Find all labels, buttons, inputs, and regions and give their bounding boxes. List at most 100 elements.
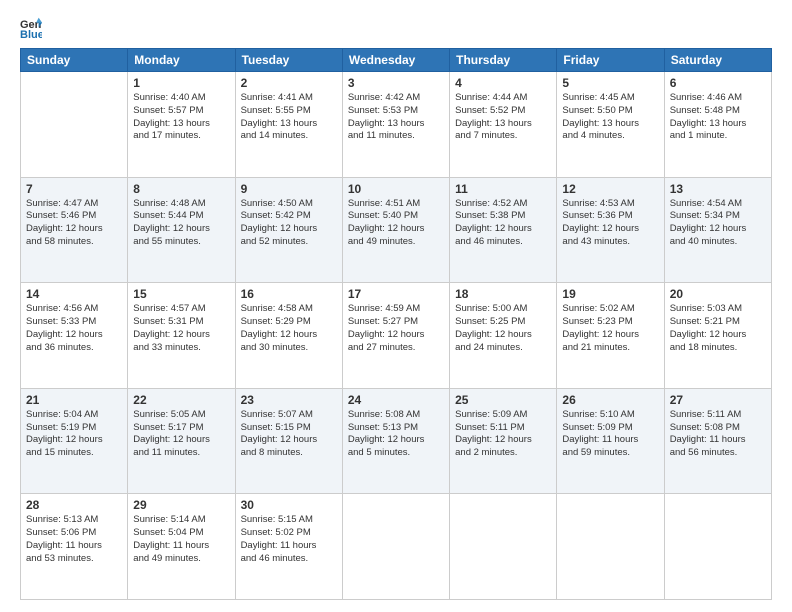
day-number: 26 xyxy=(562,393,658,407)
calendar-cell: 2 Sunrise: 4:41 AM Sunset: 5:55 PM Daylig… xyxy=(235,72,342,178)
calendar-cell: 26 Sunrise: 5:10 AM Sunset: 5:09 PM Dayli… xyxy=(557,388,664,494)
calendar-cell: 5 Sunrise: 4:45 AM Sunset: 5:50 PM Daylig… xyxy=(557,72,664,178)
day-info: Sunrise: 5:02 AM Sunset: 5:23 PM Dayligh… xyxy=(562,303,658,354)
day-number: 13 xyxy=(670,182,766,196)
day-info: Sunrise: 4:52 AM Sunset: 5:38 PM Dayligh… xyxy=(455,198,551,249)
day-info: Sunrise: 4:57 AM Sunset: 5:31 PM Dayligh… xyxy=(133,303,229,354)
calendar-cell xyxy=(342,494,449,600)
day-info: Sunrise: 5:10 AM Sunset: 5:09 PM Dayligh… xyxy=(562,409,658,460)
weekday-header-monday: Monday xyxy=(128,49,235,72)
day-number: 5 xyxy=(562,76,658,90)
calendar-cell: 15 Sunrise: 4:57 AM Sunset: 5:31 PM Dayli… xyxy=(128,283,235,389)
calendar-cell: 30 Sunrise: 5:15 AM Sunset: 5:02 PM Dayli… xyxy=(235,494,342,600)
calendar-week-row: 1 Sunrise: 4:40 AM Sunset: 5:57 PM Daylig… xyxy=(21,72,772,178)
day-number: 18 xyxy=(455,287,551,301)
day-number: 24 xyxy=(348,393,444,407)
calendar-cell: 29 Sunrise: 5:14 AM Sunset: 5:04 PM Dayli… xyxy=(128,494,235,600)
day-info: Sunrise: 4:42 AM Sunset: 5:53 PM Dayligh… xyxy=(348,92,444,143)
day-number: 15 xyxy=(133,287,229,301)
weekday-header-tuesday: Tuesday xyxy=(235,49,342,72)
day-info: Sunrise: 4:53 AM Sunset: 5:36 PM Dayligh… xyxy=(562,198,658,249)
day-info: Sunrise: 4:59 AM Sunset: 5:27 PM Dayligh… xyxy=(348,303,444,354)
day-info: Sunrise: 5:08 AM Sunset: 5:13 PM Dayligh… xyxy=(348,409,444,460)
weekday-header-wednesday: Wednesday xyxy=(342,49,449,72)
day-info: Sunrise: 4:40 AM Sunset: 5:57 PM Dayligh… xyxy=(133,92,229,143)
day-number: 19 xyxy=(562,287,658,301)
day-number: 6 xyxy=(670,76,766,90)
day-info: Sunrise: 5:15 AM Sunset: 5:02 PM Dayligh… xyxy=(241,514,337,565)
calendar-week-row: 7 Sunrise: 4:47 AM Sunset: 5:46 PM Daylig… xyxy=(21,177,772,283)
calendar-cell: 12 Sunrise: 4:53 AM Sunset: 5:36 PM Dayli… xyxy=(557,177,664,283)
day-info: Sunrise: 4:56 AM Sunset: 5:33 PM Dayligh… xyxy=(26,303,122,354)
day-number: 10 xyxy=(348,182,444,196)
day-number: 21 xyxy=(26,393,122,407)
day-number: 20 xyxy=(670,287,766,301)
day-number: 30 xyxy=(241,498,337,512)
day-info: Sunrise: 5:04 AM Sunset: 5:19 PM Dayligh… xyxy=(26,409,122,460)
weekday-header-sunday: Sunday xyxy=(21,49,128,72)
day-number: 12 xyxy=(562,182,658,196)
calendar-cell: 9Sunrise: 4:50 AM Sunset: 5:42 PM Daylig… xyxy=(235,177,342,283)
calendar-table: SundayMondayTuesdayWednesdayThursdayFrid… xyxy=(20,48,772,600)
calendar-cell: 24 Sunrise: 5:08 AM Sunset: 5:13 PM Dayli… xyxy=(342,388,449,494)
day-info: Sunrise: 4:54 AM Sunset: 5:34 PM Dayligh… xyxy=(670,198,766,249)
day-number: 27 xyxy=(670,393,766,407)
day-info: Sunrise: 4:47 AM Sunset: 5:46 PM Dayligh… xyxy=(26,198,122,249)
calendar-cell: 27 Sunrise: 5:11 AM Sunset: 5:08 PM Dayli… xyxy=(664,388,771,494)
calendar-cell: 7 Sunrise: 4:47 AM Sunset: 5:46 PM Daylig… xyxy=(21,177,128,283)
day-info: Sunrise: 4:58 AM Sunset: 5:29 PM Dayligh… xyxy=(241,303,337,354)
calendar-cell: 17Sunrise: 4:59 AM Sunset: 5:27 PM Dayli… xyxy=(342,283,449,389)
page: Gen Blue SundayMondayTuesdayWednesdayThu… xyxy=(0,0,792,612)
calendar-cell: 8 Sunrise: 4:48 AM Sunset: 5:44 PM Daylig… xyxy=(128,177,235,283)
logo-icon: Gen Blue xyxy=(20,16,42,38)
day-info: Sunrise: 5:00 AM Sunset: 5:25 PM Dayligh… xyxy=(455,303,551,354)
header: Gen Blue xyxy=(20,16,772,38)
weekday-header-saturday: Saturday xyxy=(664,49,771,72)
weekday-header-thursday: Thursday xyxy=(450,49,557,72)
calendar-week-row: 28 Sunrise: 5:13 AM Sunset: 5:06 PM Dayli… xyxy=(21,494,772,600)
calendar-cell: 4 Sunrise: 4:44 AM Sunset: 5:52 PM Daylig… xyxy=(450,72,557,178)
day-number: 4 xyxy=(455,76,551,90)
calendar-cell: 21 Sunrise: 5:04 AM Sunset: 5:19 PM Dayli… xyxy=(21,388,128,494)
svg-text:Blue: Blue xyxy=(20,29,42,38)
calendar-cell xyxy=(664,494,771,600)
day-info: Sunrise: 4:48 AM Sunset: 5:44 PM Dayligh… xyxy=(133,198,229,249)
day-number: 28 xyxy=(26,498,122,512)
calendar-cell xyxy=(21,72,128,178)
logo: Gen Blue xyxy=(20,16,46,38)
calendar-cell: 18 Sunrise: 5:00 AM Sunset: 5:25 PM Dayli… xyxy=(450,283,557,389)
calendar-cell: 28 Sunrise: 5:13 AM Sunset: 5:06 PM Dayli… xyxy=(21,494,128,600)
day-number: 23 xyxy=(241,393,337,407)
calendar-cell: 20Sunrise: 5:03 AM Sunset: 5:21 PM Dayli… xyxy=(664,283,771,389)
day-number: 2 xyxy=(241,76,337,90)
day-number: 7 xyxy=(26,182,122,196)
day-info: Sunrise: 4:41 AM Sunset: 5:55 PM Dayligh… xyxy=(241,92,337,143)
day-info: Sunrise: 5:09 AM Sunset: 5:11 PM Dayligh… xyxy=(455,409,551,460)
day-number: 11 xyxy=(455,182,551,196)
day-number: 22 xyxy=(133,393,229,407)
day-info: Sunrise: 4:51 AM Sunset: 5:40 PM Dayligh… xyxy=(348,198,444,249)
day-info: Sunrise: 5:14 AM Sunset: 5:04 PM Dayligh… xyxy=(133,514,229,565)
day-info: Sunrise: 5:05 AM Sunset: 5:17 PM Dayligh… xyxy=(133,409,229,460)
day-number: 8 xyxy=(133,182,229,196)
day-number: 1 xyxy=(133,76,229,90)
day-number: 16 xyxy=(241,287,337,301)
day-info: Sunrise: 4:44 AM Sunset: 5:52 PM Dayligh… xyxy=(455,92,551,143)
calendar-week-row: 14 Sunrise: 4:56 AM Sunset: 5:33 PM Dayli… xyxy=(21,283,772,389)
calendar-cell xyxy=(450,494,557,600)
calendar-cell: 25 Sunrise: 5:09 AM Sunset: 5:11 PM Dayli… xyxy=(450,388,557,494)
day-number: 29 xyxy=(133,498,229,512)
calendar-cell: 19 Sunrise: 5:02 AM Sunset: 5:23 PM Dayli… xyxy=(557,283,664,389)
calendar-week-row: 21 Sunrise: 5:04 AM Sunset: 5:19 PM Dayli… xyxy=(21,388,772,494)
calendar-cell: 22 Sunrise: 5:05 AM Sunset: 5:17 PM Dayli… xyxy=(128,388,235,494)
calendar-cell: 23Sunrise: 5:07 AM Sunset: 5:15 PM Dayli… xyxy=(235,388,342,494)
day-info: Sunrise: 4:45 AM Sunset: 5:50 PM Dayligh… xyxy=(562,92,658,143)
calendar-cell: 16 Sunrise: 4:58 AM Sunset: 5:29 PM Dayli… xyxy=(235,283,342,389)
day-info: Sunrise: 5:11 AM Sunset: 5:08 PM Dayligh… xyxy=(670,409,766,460)
day-number: 14 xyxy=(26,287,122,301)
weekday-header-friday: Friday xyxy=(557,49,664,72)
day-info: Sunrise: 5:13 AM Sunset: 5:06 PM Dayligh… xyxy=(26,514,122,565)
calendar-cell: 1 Sunrise: 4:40 AM Sunset: 5:57 PM Daylig… xyxy=(128,72,235,178)
day-number: 25 xyxy=(455,393,551,407)
day-number: 9 xyxy=(241,182,337,196)
